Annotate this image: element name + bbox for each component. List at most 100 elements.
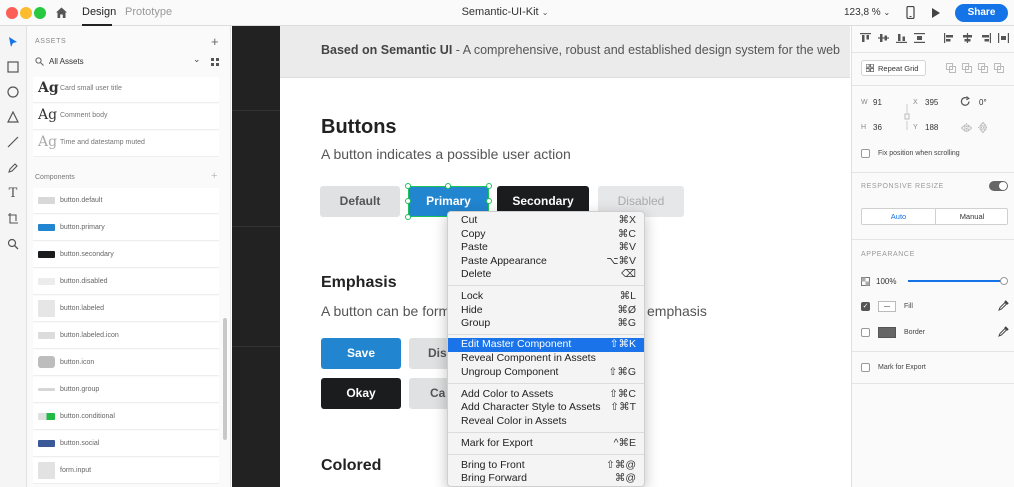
align-left-icon[interactable] <box>944 33 955 43</box>
close-window-button[interactable] <box>6 7 18 19</box>
discard-button[interactable]: Dis <box>409 338 449 369</box>
resize-manual-option[interactable]: Manual <box>936 212 1008 221</box>
eyedropper-icon[interactable] <box>998 300 1009 311</box>
component-item[interactable]: button.icon <box>33 350 219 376</box>
add-icon[interactable]: + <box>211 170 217 182</box>
menu-item-paste-appearance[interactable]: Paste Appearance ⌥⌘V <box>448 255 644 269</box>
opacity-value[interactable]: 100% <box>876 277 896 286</box>
fill-swatch[interactable] <box>878 301 896 312</box>
menu-item-mark-for-export[interactable]: Mark for Export ^⌘E <box>448 437 644 451</box>
rotate-icon[interactable] <box>960 96 971 107</box>
rectangle-tool-icon[interactable] <box>5 59 21 75</box>
pen-tool-icon[interactable] <box>5 160 21 176</box>
menu-item-reveal-component[interactable]: Reveal Component in Assets <box>448 352 644 366</box>
component-item[interactable]: button.default <box>33 188 219 214</box>
align-middle-icon[interactable] <box>878 33 889 43</box>
selection-handle[interactable] <box>445 183 451 189</box>
device-preview-icon[interactable] <box>906 6 915 19</box>
eyedropper-icon[interactable] <box>998 326 1009 337</box>
component-item[interactable]: button.labeled <box>33 296 219 322</box>
flip-vertical-icon[interactable] <box>978 122 988 133</box>
zoom-window-button[interactable] <box>34 7 46 19</box>
okay-button[interactable]: Okay <box>321 378 401 409</box>
align-top-icon[interactable] <box>860 33 871 43</box>
home-icon[interactable] <box>55 6 68 19</box>
component-item[interactable]: button.conditional <box>33 404 219 430</box>
save-button[interactable]: Save <box>321 338 401 369</box>
character-style-item[interactable]: Ag Card small user title <box>33 77 219 103</box>
menu-item-add-color[interactable]: Add Color to Assets ⇧⌘C <box>448 388 644 402</box>
menu-item-group[interactable]: Group ⌘G <box>448 317 644 331</box>
lock-aspect-icon[interactable] <box>904 104 910 130</box>
align-right-icon[interactable] <box>980 33 991 43</box>
responsive-resize-toggle[interactable] <box>989 181 1008 191</box>
text-tool-icon[interactable]: T <box>5 185 21 201</box>
tab-design[interactable]: Design <box>82 6 116 18</box>
ellipse-tool-icon[interactable] <box>5 84 21 100</box>
polygon-tool-icon[interactable] <box>5 109 21 125</box>
align-bottom-icon[interactable] <box>896 33 907 43</box>
selection-handle[interactable] <box>405 198 411 204</box>
selection-handle[interactable] <box>405 183 411 189</box>
minimize-window-button[interactable] <box>20 7 32 19</box>
resize-auto-option[interactable]: Auto <box>862 212 935 221</box>
component-item[interactable]: form.input <box>33 458 219 484</box>
repeat-grid-button[interactable]: Repeat Grid <box>861 60 926 76</box>
artboard-tool-icon[interactable] <box>5 210 21 226</box>
assets-filter[interactable]: All Assets ⌄ <box>33 54 205 70</box>
boolean-exclude-icon[interactable] <box>994 63 1004 73</box>
component-item[interactable]: button.primary <box>33 215 219 241</box>
flip-horizontal-icon[interactable] <box>961 123 972 133</box>
opacity-slider-thumb[interactable] <box>1000 277 1008 285</box>
selection-handle[interactable] <box>486 183 492 189</box>
character-style-item[interactable]: Ag Time and datestamp muted <box>33 131 219 157</box>
menu-item-paste[interactable]: Paste ⌘V <box>448 241 644 255</box>
menu-item-edit-master-component[interactable]: Edit Master Component ⇧⌘K <box>448 338 644 352</box>
default-button[interactable]: Default <box>320 186 400 217</box>
character-style-item[interactable]: Ag Comment body <box>33 104 219 130</box>
y-field[interactable]: 188 <box>925 123 938 132</box>
height-field[interactable]: 36 <box>873 123 882 132</box>
component-item[interactable]: button.secondary <box>33 242 219 268</box>
line-tool-icon[interactable] <box>5 134 21 150</box>
distribute-horizontal-icon[interactable] <box>998 33 1009 43</box>
grid-view-icon[interactable] <box>211 58 219 66</box>
border-swatch[interactable] <box>878 327 896 338</box>
menu-item-add-character-style[interactable]: Add Character Style to Assets ⇧⌘T <box>448 401 644 415</box>
zoom-tool-icon[interactable] <box>5 236 21 252</box>
share-button[interactable]: Share <box>955 4 1008 22</box>
menu-item-bring-to-front[interactable]: Bring to Front ⇧⌘@ <box>448 459 644 473</box>
boolean-intersect-icon[interactable] <box>978 63 988 73</box>
component-item[interactable]: button.social <box>33 431 219 457</box>
document-title[interactable]: Semantic-UI-Kit ⌄ <box>430 6 580 18</box>
play-icon[interactable] <box>931 7 941 19</box>
x-field[interactable]: 395 <box>925 98 938 107</box>
menu-item-copy[interactable]: Copy ⌘C <box>448 228 644 242</box>
rotation-field[interactable]: 0° <box>979 98 987 107</box>
menu-item-reveal-color[interactable]: Reveal Color in Assets <box>448 415 644 429</box>
component-item[interactable]: button.disabled <box>33 269 219 295</box>
select-tool-icon[interactable] <box>5 34 21 50</box>
menu-item-cut[interactable]: Cut ⌘X <box>448 214 644 228</box>
boolean-add-icon[interactable] <box>946 63 956 73</box>
component-item[interactable]: button.group <box>33 377 219 403</box>
selection-handle[interactable] <box>405 214 411 220</box>
tab-prototype[interactable]: Prototype <box>125 6 172 18</box>
menu-item-bring-forward[interactable]: Bring Forward ⌘@ <box>448 472 644 486</box>
width-field[interactable]: 91 <box>873 98 882 107</box>
cancel-button[interactable]: Ca <box>409 378 449 409</box>
opacity-slider-track[interactable] <box>908 280 1004 282</box>
align-center-icon[interactable] <box>962 33 973 43</box>
add-icon[interactable]: + <box>211 34 219 49</box>
assets-scrollbar[interactable] <box>223 318 227 440</box>
component-item[interactable]: button.labeled.icon <box>33 323 219 349</box>
border-checkbox[interactable] <box>861 328 870 337</box>
selection-handle[interactable] <box>486 198 492 204</box>
mark-export-checkbox[interactable] <box>861 363 870 372</box>
menu-item-ungroup-component[interactable]: Ungroup Component ⇧⌘G <box>448 366 644 380</box>
fill-checkbox[interactable]: ✓ <box>861 302 870 311</box>
boolean-subtract-icon[interactable] <box>962 63 972 73</box>
menu-item-hide[interactable]: Hide ⌘Ø <box>448 304 644 318</box>
menu-item-lock[interactable]: Lock ⌘L <box>448 290 644 304</box>
distribute-vertical-icon[interactable] <box>914 33 925 43</box>
